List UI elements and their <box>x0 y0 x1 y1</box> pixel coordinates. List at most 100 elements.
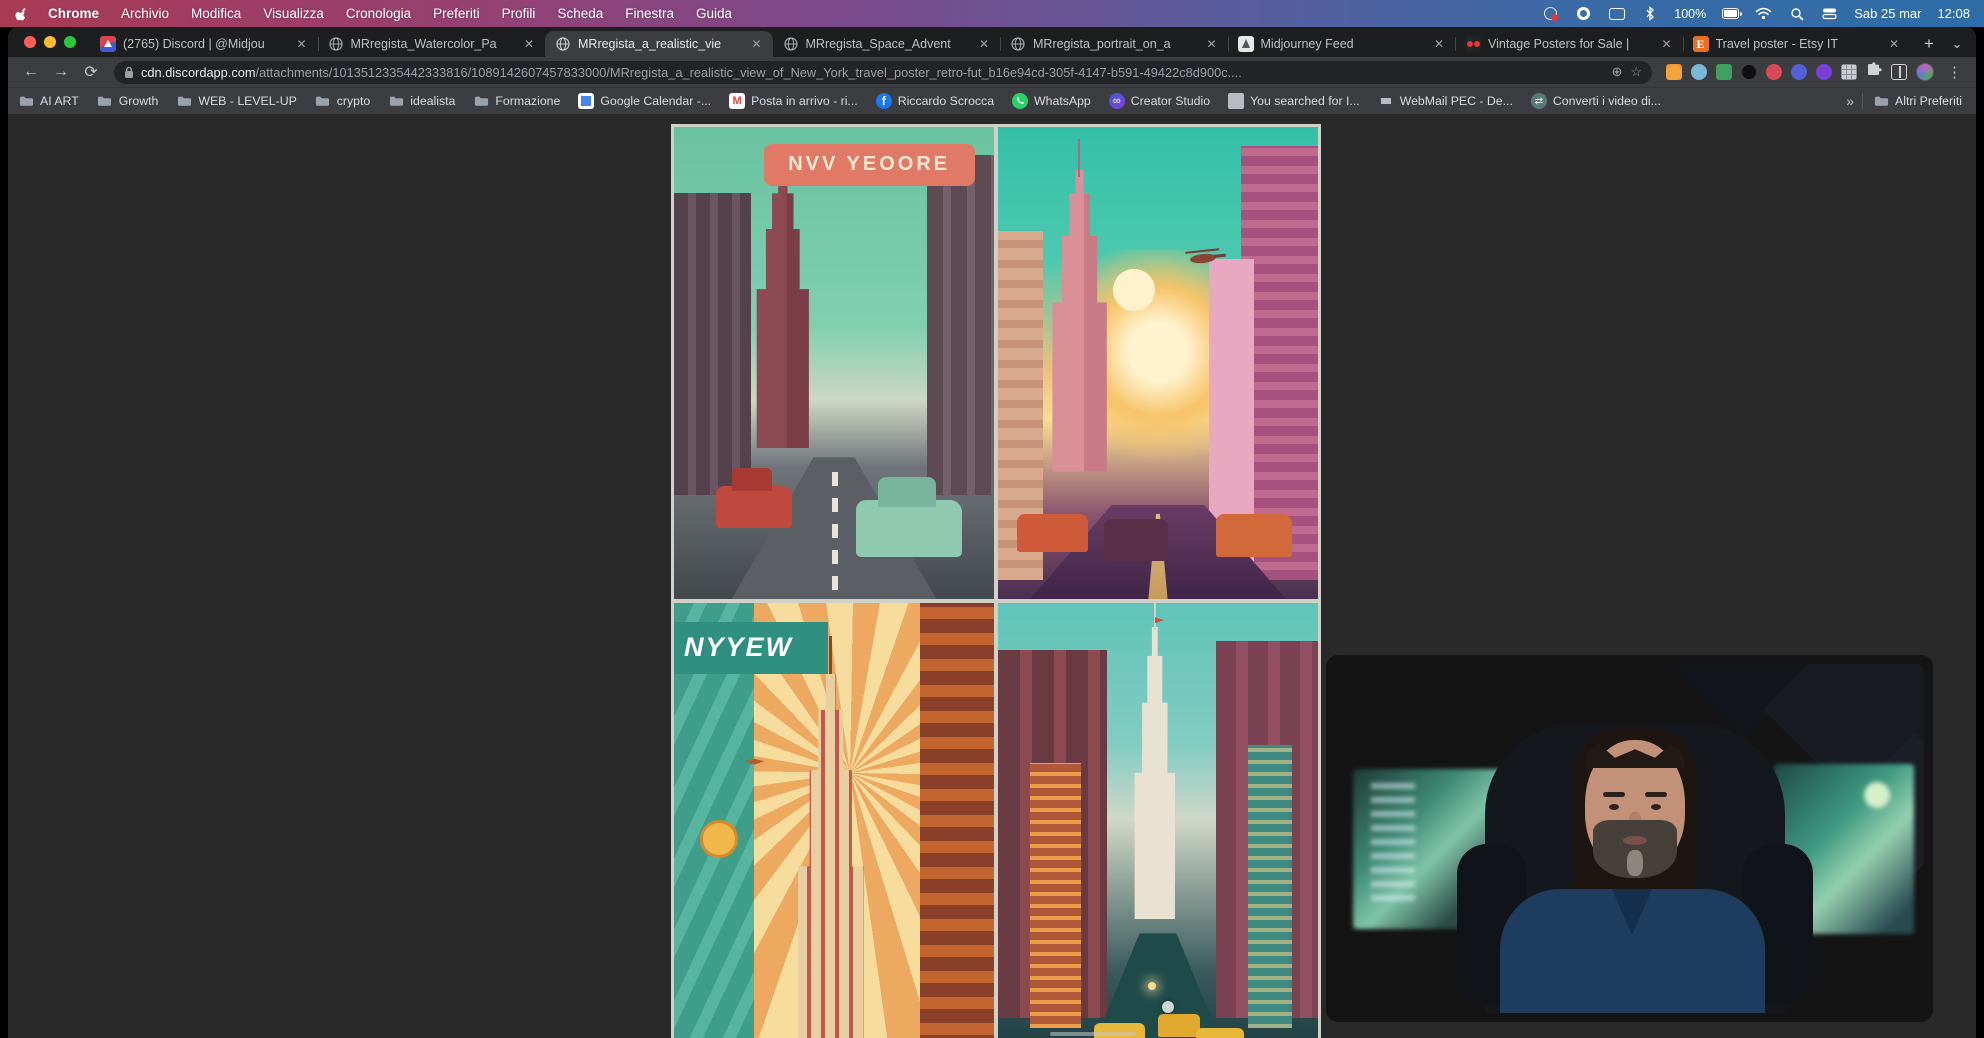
display-icon[interactable] <box>1608 5 1625 22</box>
control-center-icon[interactable] <box>1821 5 1838 22</box>
browser-toolbar: ← → ⟳ cdn.discordapp.com /attachments/10… <box>8 57 1976 87</box>
menu-item-scheda[interactable]: Scheda <box>557 6 603 21</box>
sidepanel-icon[interactable] <box>1891 64 1907 80</box>
page-icon <box>1228 93 1244 109</box>
camera-app-icon[interactable] <box>1575 5 1592 22</box>
menu-item-finestra[interactable]: Finestra <box>625 6 674 21</box>
bookmark-folder-formazione[interactable]: Formazione <box>473 93 560 109</box>
extensions-puzzle-icon[interactable] <box>1866 62 1882 83</box>
translate-icon[interactable]: ⊕ <box>1611 64 1622 80</box>
menu-item-modifica[interactable]: Modifica <box>191 6 241 21</box>
menu-bar-date[interactable]: Sab 25 mar <box>1854 6 1921 21</box>
chrome-window: (2765) Discord | @Midjou ✕ MRregista_Wat… <box>8 27 1976 1038</box>
profile-avatar[interactable] <box>1916 63 1934 81</box>
back-button[interactable]: ← <box>18 59 44 85</box>
tab-close-icon[interactable]: ✕ <box>1886 36 1902 52</box>
menu-item-visualizza[interactable]: Visualizza <box>263 6 324 21</box>
menu-item-preferiti[interactable]: Preferiti <box>433 6 480 21</box>
bookmark-facebook-profile[interactable]: fRiccardo Scrocca <box>876 93 994 109</box>
tab-search-chevron-icon[interactable]: ⌄ <box>1944 31 1970 57</box>
tab-vintage-posters[interactable]: Vintage Posters for Sale | ✕ <box>1455 31 1683 57</box>
bookmark-converti-video[interactable]: ⇄Converti i video di... <box>1531 93 1661 109</box>
extensions-row: ⋮ <box>1662 62 1966 83</box>
new-tab-button[interactable]: + <box>1916 31 1942 57</box>
tab-close-icon[interactable]: ✕ <box>1204 36 1220 52</box>
apple-menu-icon[interactable] <box>14 6 30 22</box>
chrome-menu-kebab-icon[interactable]: ⋮ <box>1943 63 1966 81</box>
minimize-window-button[interactable] <box>44 36 56 48</box>
blue-extension-icon[interactable] <box>1691 64 1707 80</box>
bookmark-whatsapp[interactable]: WhatsApp <box>1012 93 1091 109</box>
purple-extension-icon[interactable] <box>1816 64 1832 80</box>
tab-close-icon[interactable]: ✕ <box>1431 36 1447 52</box>
wifi-icon[interactable] <box>1755 5 1772 22</box>
bookmark-folder-growth[interactable]: Growth <box>97 93 159 109</box>
address-bar[interactable]: cdn.discordapp.com /attachments/10135123… <box>114 61 1652 84</box>
tab-close-icon[interactable]: ✕ <box>521 36 537 52</box>
metamask-extension-icon[interactable] <box>1666 64 1682 80</box>
other-bookmarks-folder[interactable]: Altri Preferiti <box>1873 93 1962 109</box>
tab-close-icon[interactable]: ✕ <box>976 36 992 52</box>
tab-etsy[interactable]: E Travel poster - Etsy IT ✕ <box>1683 31 1911 57</box>
bookmark-google-calendar[interactable]: Google Calendar -... <box>578 93 711 109</box>
close-window-button[interactable] <box>24 36 36 48</box>
forward-button[interactable]: → <box>48 59 74 85</box>
reload-button[interactable]: ⟳ <box>78 59 104 85</box>
zoom-window-button[interactable] <box>64 36 76 48</box>
bookmark-folder-ai-art[interactable]: AI ART <box>18 93 79 109</box>
bookmarks-separator <box>1862 93 1863 109</box>
tab-portrait[interactable]: MRregista_portrait_on_a ✕ <box>1000 31 1228 57</box>
bookmark-webmail-pec[interactable]: WebMail PEC - De... <box>1378 93 1513 109</box>
battery-icon[interactable] <box>1722 5 1739 22</box>
url-path: /attachments/1013512335442333816/1089142… <box>256 65 1604 80</box>
tab-close-icon[interactable]: ✕ <box>294 36 310 52</box>
bookmark-star-icon[interactable]: ☆ <box>1630 64 1642 80</box>
bookmark-you-searched[interactable]: You searched for I... <box>1228 93 1360 109</box>
tab-midjourney-feed[interactable]: Midjourney Feed ✕ <box>1228 31 1456 57</box>
tab-realistic-view-active[interactable]: MRregista_a_realistic_vie ✕ <box>545 31 773 57</box>
bookmark-gmail-inbox[interactable]: MPosta in arrivo - ri... <box>729 93 858 109</box>
tab-discord[interactable]: (2765) Discord | @Midjou ✕ <box>90 31 318 57</box>
globe-favicon <box>555 36 571 52</box>
folder-icon <box>315 93 331 109</box>
horizontal-scrollbar[interactable] <box>1050 1032 1136 1036</box>
folder-icon <box>1873 93 1889 109</box>
tab-space-adventure[interactable]: MRregista_Space_Advent ✕ <box>773 31 1001 57</box>
vintage-posters-favicon <box>1465 36 1481 52</box>
screen-recording-icon[interactable] <box>1542 5 1559 22</box>
bookmark-creator-studio[interactable]: ∞Creator Studio <box>1109 93 1210 109</box>
folder-icon <box>18 93 34 109</box>
bluetooth-icon[interactable] <box>1641 5 1658 22</box>
menu-item-profili[interactable]: Profili <box>502 6 536 21</box>
menu-item-cronologia[interactable]: Cronologia <box>346 6 411 21</box>
red-extension-icon[interactable] <box>1766 64 1782 80</box>
bookmarks-overflow-chevron[interactable]: » <box>1838 93 1862 109</box>
converter-icon: ⇄ <box>1531 93 1547 109</box>
menu-bar-time[interactable]: 12:08 <box>1937 6 1970 21</box>
poster-bl-title: NYYEW <box>684 632 793 663</box>
bookmark-folder-web-level-up[interactable]: WEB - LEVEL-UP <box>176 93 296 109</box>
bookmark-folder-crypto[interactable]: crypto <box>315 93 371 109</box>
menu-item-chrome[interactable]: Chrome <box>48 6 99 21</box>
midjourney-image-grid[interactable]: NVV YEOORE NYYEW <box>671 124 1321 1038</box>
presenter-torso <box>1500 889 1765 1013</box>
tab-watercolor[interactable]: MRregista_Watercolor_Pa ✕ <box>318 31 546 57</box>
creator-studio-icon: ∞ <box>1109 93 1125 109</box>
etsy-favicon: E <box>1693 36 1709 52</box>
tab-close-icon[interactable]: ✕ <box>1659 36 1675 52</box>
menu-item-guida[interactable]: Guida <box>696 6 732 21</box>
poster-title-band: NYYEW <box>674 622 828 674</box>
poster-bottom-right <box>998 603 1318 1038</box>
poster-top-right <box>998 127 1318 599</box>
spotlight-search-icon[interactable] <box>1788 5 1805 22</box>
green-extension-icon[interactable] <box>1716 64 1732 80</box>
menu-item-archivio[interactable]: Archivio <box>121 6 169 21</box>
poster-tl-title: NVV YEOORE <box>788 153 950 176</box>
dark-extension-icon[interactable] <box>1741 64 1757 80</box>
tab-close-icon[interactable]: ✕ <box>749 36 765 52</box>
indigo-extension-icon[interactable] <box>1791 64 1807 80</box>
bookmark-folder-idealista[interactable]: idealista <box>388 93 455 109</box>
globe-favicon <box>328 36 344 52</box>
webcam-video <box>1335 664 1924 1013</box>
screenshot-extension-icon[interactable] <box>1841 64 1857 80</box>
